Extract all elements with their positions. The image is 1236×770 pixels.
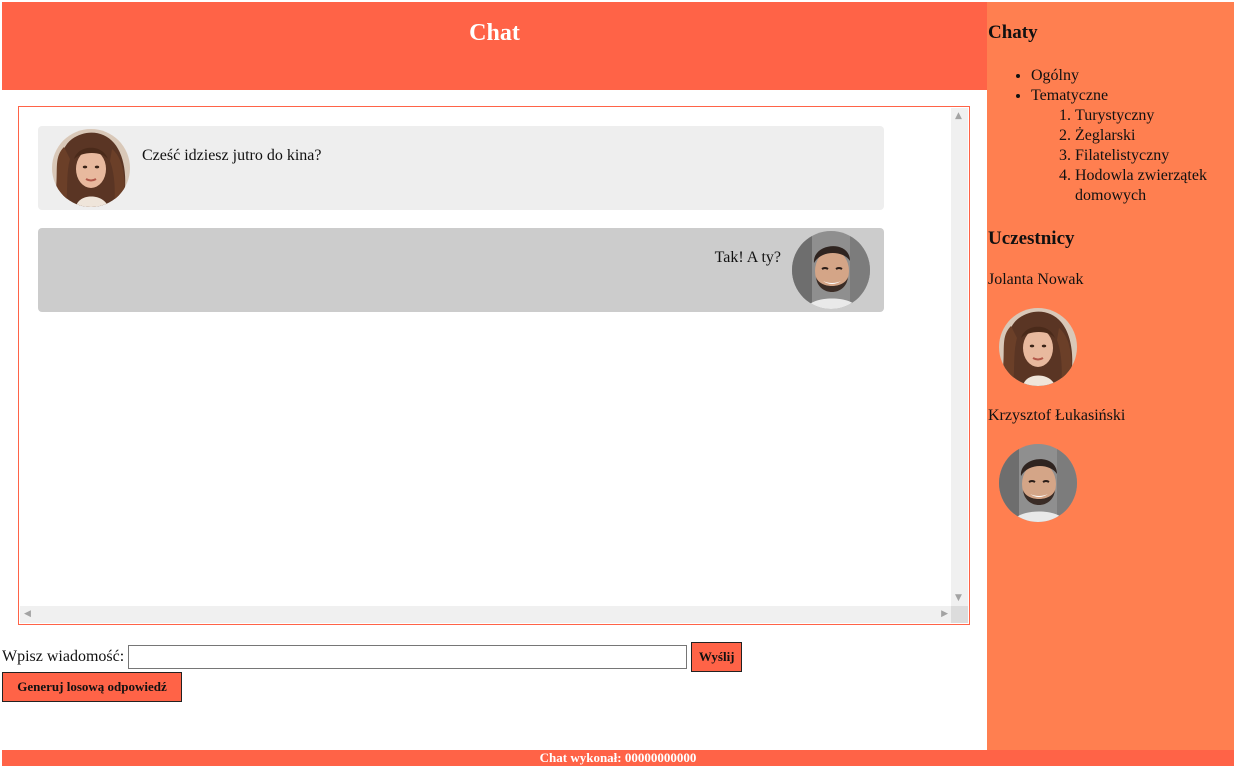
- generate-random-reply-button[interactable]: Generuj losową odpowiedź: [2, 672, 182, 702]
- scroll-left-icon[interactable]: ◀: [24, 610, 31, 619]
- scroll-up-icon[interactable]: ▲: [955, 112, 962, 121]
- message-received: Cześć idziesz jutro do kina?: [38, 126, 884, 210]
- message-input[interactable]: [128, 645, 688, 669]
- woman-avatar-image: [999, 308, 1077, 386]
- chat-list: Ogólny Tematyczne Turystyczny Żeglarski …: [988, 66, 1234, 206]
- participant-name: Krzysztof Łukasiński: [988, 407, 1126, 424]
- message-text: Tak! A ty?: [714, 249, 781, 266]
- avatar: [52, 129, 130, 207]
- footer: Chat wykonał: 00000000000: [2, 750, 1234, 766]
- chat-item-tourist[interactable]: Turystyczny: [1075, 106, 1234, 126]
- thematic-chat-list: Turystyczny Żeglarski Filatelistyczny Ho…: [1031, 106, 1234, 206]
- participants-heading: Uczestnicy: [988, 228, 1075, 249]
- chats-heading: Chaty: [988, 22, 1038, 43]
- avatar: [999, 308, 1077, 386]
- participant-name: Jolanta Nowak: [988, 271, 1084, 288]
- message-input-label: Wpisz wiadomość:: [2, 648, 125, 665]
- chat-item-label: Ogólny: [1031, 67, 1079, 84]
- chat-item-general[interactable]: Ogólny: [1031, 66, 1234, 86]
- app-header: Chat: [2, 2, 987, 90]
- woman-avatar-image: [52, 129, 130, 207]
- horizontal-scrollbar[interactable]: ◀ ▶: [20, 606, 952, 623]
- man-avatar-image: [999, 444, 1077, 522]
- chat-item-label: Tematyczne: [1031, 87, 1109, 104]
- message-text: Cześć idziesz jutro do kina?: [142, 147, 322, 164]
- message-sent: Tak! A ty?: [38, 228, 884, 312]
- message-input-row: Wpisz wiadomość: Wyślij: [2, 642, 743, 672]
- chat-item-thematic[interactable]: Tematyczne Turystyczny Żeglarski Filatel…: [1031, 86, 1234, 206]
- scrollbar-corner: [951, 606, 968, 623]
- man-avatar-image: [792, 231, 870, 309]
- vertical-scrollbar[interactable]: ▲ ▼: [951, 108, 968, 607]
- page-title: Chat: [469, 19, 520, 46]
- scroll-right-icon[interactable]: ▶: [941, 610, 948, 619]
- sidebar: Chaty Ogólny Tematyczne Turystyczny Żegl…: [987, 2, 1234, 750]
- chat-item-philately[interactable]: Filatelistyczny: [1075, 146, 1234, 166]
- avatar: [792, 231, 870, 309]
- send-button[interactable]: Wyślij: [691, 642, 743, 672]
- scroll-down-icon[interactable]: ▼: [955, 594, 962, 603]
- avatar: [999, 444, 1077, 522]
- chat-window[interactable]: Cześć idziesz jutro do kina? Tak! A ty? …: [18, 106, 970, 625]
- chat-item-sailing[interactable]: Żeglarski: [1075, 126, 1234, 146]
- chat-item-pets[interactable]: Hodowla zwierzątek domowych: [1075, 166, 1234, 206]
